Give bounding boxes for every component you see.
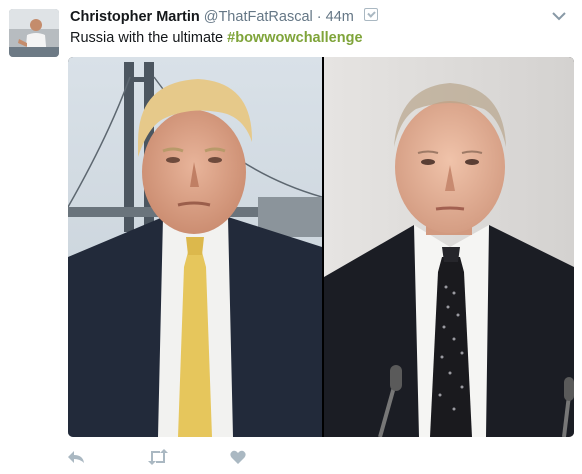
reply-icon[interactable] [64,446,88,468]
retweet-icon[interactable] [146,446,170,468]
avatar-photo [9,9,59,57]
avatar[interactable] [9,9,59,57]
hashtag-link[interactable]: #bowwowchallenge [227,30,362,46]
separator-dot: · [316,9,322,25]
media-photo-right[interactable] [324,57,574,437]
notification-box-icon [363,7,378,21]
media-photo-left[interactable] [68,57,322,437]
user-handle[interactable]: @ThatFatRascal [204,9,313,25]
tweet-timestamp[interactable]: 44m [326,9,354,25]
chevron-down-icon[interactable] [550,8,568,24]
heart-icon[interactable] [226,446,250,468]
tweet-body: Russia with the ultimate [70,30,224,46]
tweet-media[interactable] [68,57,574,437]
tweet-header: Christopher Martin @ThatFatRascal · 44m [70,7,542,29]
display-name[interactable]: Christopher Martin [70,9,200,25]
tweet-text: Russia with the ultimate #bowwowchalleng… [70,30,363,46]
tweet-actions [60,446,300,468]
